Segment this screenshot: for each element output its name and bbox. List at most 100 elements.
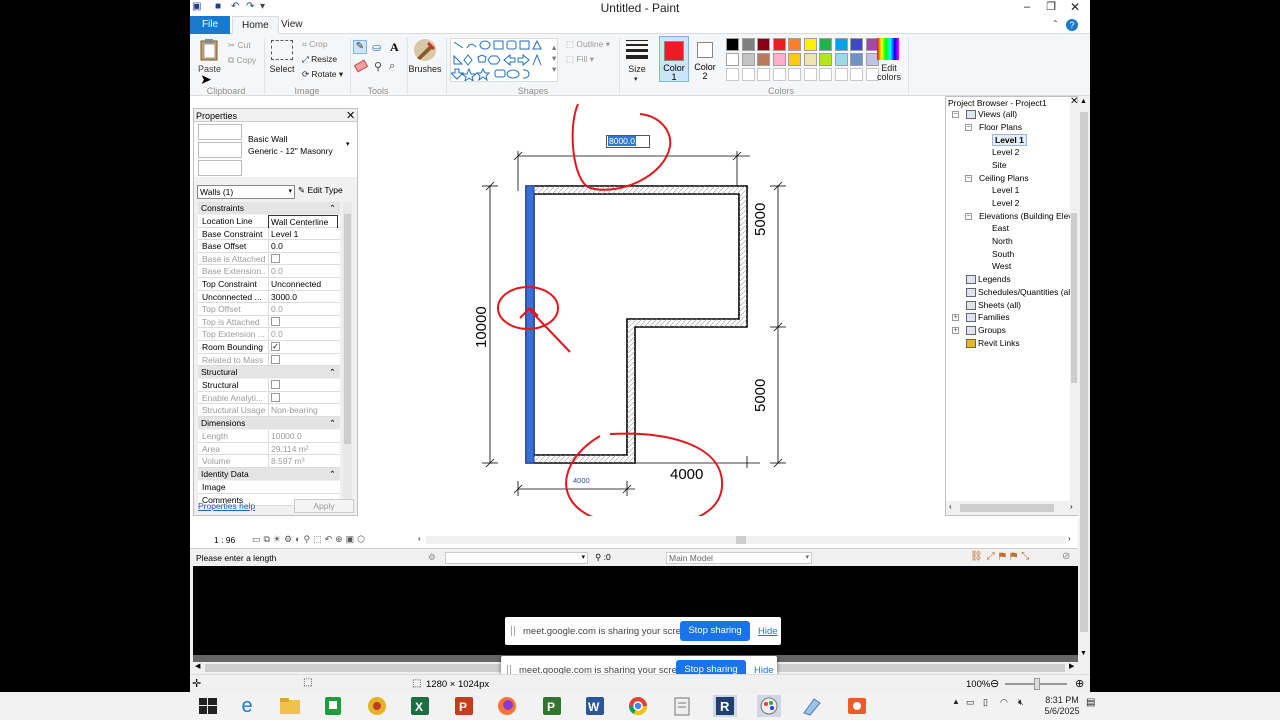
browser-item[interactable]: North bbox=[992, 236, 1013, 246]
tab-file[interactable]: File bbox=[190, 16, 230, 34]
property-checkbox[interactable] bbox=[271, 380, 280, 390]
fill-bucket-icon[interactable]: ⛀ bbox=[372, 41, 381, 54]
property-row[interactable]: Enable Analyti... bbox=[198, 391, 340, 405]
floor-plan-canvas[interactable] bbox=[460, 96, 790, 516]
zoom-out-button[interactable]: ⊖ bbox=[990, 677, 999, 690]
tree-expand-icon[interactable]: + bbox=[952, 314, 959, 322]
property-checkbox[interactable] bbox=[271, 392, 280, 402]
zoom-slider[interactable] bbox=[1005, 678, 1067, 690]
view-control-icons[interactable]: ▭⧉☀⚙◐⚲⬚↶⊕▣⬡ bbox=[252, 534, 368, 545]
property-row[interactable]: Structural bbox=[198, 379, 340, 392]
filter-status-icon[interactable]: ⊘ bbox=[1062, 551, 1070, 562]
paste-icon[interactable] bbox=[198, 38, 220, 62]
canvas-hscroll-right[interactable]: › bbox=[1068, 534, 1071, 543]
section-constraints[interactable]: Constraints ⌃ bbox=[198, 202, 340, 214]
browser-item[interactable]: South bbox=[992, 249, 1014, 259]
palette-swatch[interactable] bbox=[726, 38, 739, 51]
property-value[interactable]: Non-bearing bbox=[268, 404, 338, 417]
color2-button[interactable]: Color 2 bbox=[690, 36, 720, 82]
property-value[interactable]: 0.0 bbox=[268, 303, 338, 316]
property-row[interactable]: Volume 8.597 m³ bbox=[198, 455, 340, 468]
notification-icon[interactable]: ▤ bbox=[1086, 697, 1095, 708]
property-value[interactable]: 0.0 bbox=[268, 328, 338, 341]
select-button[interactable]: Select bbox=[266, 64, 298, 74]
clock[interactable]: 8:31 PM 5/6/2025 bbox=[1044, 695, 1080, 717]
custom-color-slot[interactable] bbox=[726, 68, 739, 81]
property-value[interactable]: 3000.0 bbox=[268, 290, 338, 304]
copy-button[interactable]: ⧉ Copy bbox=[228, 55, 256, 66]
custom-color-slot[interactable] bbox=[757, 68, 770, 81]
property-value[interactable]: Level 1 bbox=[268, 227, 338, 241]
pencil-icon[interactable]: ✎ bbox=[353, 40, 367, 54]
property-value[interactable] bbox=[268, 315, 338, 329]
palette-swatch[interactable] bbox=[741, 53, 755, 66]
rotate-button[interactable]: ⟳ Rotate ▾ bbox=[302, 69, 343, 80]
properties-scrollbar[interactable] bbox=[343, 202, 352, 505]
volume-muted-icon[interactable]: 🔇︎ bbox=[1018, 697, 1024, 708]
property-row[interactable]: Top is Attached bbox=[198, 315, 340, 329]
brushes-button[interactable]: Brushes bbox=[408, 64, 442, 74]
palette-swatch[interactable] bbox=[850, 53, 863, 66]
palette-swatch[interactable] bbox=[772, 53, 786, 66]
section-identity[interactable]: Identity Data ⌃ bbox=[198, 468, 340, 480]
brushes-icon[interactable] bbox=[413, 38, 437, 62]
browser-hscrollbar[interactable]: ‹ › bbox=[946, 501, 1078, 515]
browser-item[interactable]: Site bbox=[992, 160, 1007, 170]
shapes-gallery[interactable] bbox=[449, 38, 558, 83]
property-row[interactable]: Base Offset 0.0 bbox=[198, 240, 340, 253]
palette-swatch[interactable] bbox=[788, 53, 801, 66]
design-option-dropdown[interactable]: Main Model ▾ bbox=[666, 552, 812, 564]
property-row[interactable]: Unconnected ... 3000.0 bbox=[198, 290, 340, 304]
property-value[interactable]: 0.0 bbox=[268, 265, 338, 278]
browser-item[interactable]: Groups bbox=[978, 325, 1006, 335]
palette-swatch[interactable] bbox=[757, 38, 770, 51]
outline-button[interactable]: ⬚ Outline ▾ bbox=[566, 39, 610, 50]
snipping-tool-icon[interactable] bbox=[800, 695, 824, 717]
palette-swatch[interactable] bbox=[850, 38, 863, 51]
custom-color-slot[interactable] bbox=[803, 68, 817, 81]
browser-item[interactable]: Level 2 bbox=[992, 198, 1019, 208]
browser-item[interactable]: Families bbox=[978, 312, 1010, 322]
close-button[interactable]: ✕ bbox=[1062, 0, 1088, 16]
instance-selector[interactable]: Walls (1) ▾ bbox=[197, 185, 295, 199]
zoom-slider-thumb[interactable] bbox=[1034, 678, 1040, 690]
browser-item[interactable]: East bbox=[992, 223, 1009, 233]
selected-wall[interactable] bbox=[525, 185, 535, 464]
browser-item[interactable]: Floor Plans bbox=[979, 122, 1022, 132]
help-icon[interactable]: ? bbox=[1066, 19, 1078, 31]
selection-option-icons[interactable]: ⛓⤢⚑⚑⤡ bbox=[970, 551, 1033, 562]
cut-button[interactable]: ✂ Cut bbox=[228, 40, 251, 51]
palette-swatch[interactable] bbox=[757, 53, 770, 66]
property-checkbox[interactable] bbox=[271, 254, 280, 264]
browser-item[interactable]: Level 1 bbox=[992, 185, 1019, 195]
apply-button[interactable]: Apply bbox=[294, 499, 354, 513]
paint-icon[interactable] bbox=[757, 695, 781, 717]
custom-color-slot[interactable] bbox=[741, 68, 755, 81]
property-row[interactable]: Area 29.114 m² bbox=[198, 442, 340, 456]
property-checkbox[interactable] bbox=[271, 317, 280, 327]
custom-color-slot[interactable] bbox=[772, 68, 786, 81]
custom-color-slot[interactable] bbox=[788, 68, 801, 81]
browser-item[interactable]: Legends bbox=[978, 274, 1011, 284]
chrome-icon[interactable] bbox=[626, 695, 650, 717]
resize-button[interactable]: ⤢ Resize bbox=[302, 54, 337, 65]
minimize-button[interactable]: – bbox=[1014, 0, 1040, 16]
browser-item[interactable]: Ceiling Plans bbox=[979, 173, 1029, 183]
shapes-scroll-icon[interactable]: ▴ ▾ ▾ bbox=[552, 42, 556, 75]
tree-collapse-icon[interactable]: − bbox=[965, 123, 972, 131]
chrome-canary-icon[interactable] bbox=[365, 695, 389, 717]
size-icon[interactable] bbox=[626, 40, 648, 60]
section-dimensions[interactable]: Dimensions ⌃ bbox=[198, 417, 340, 429]
size-button[interactable]: Size bbox=[622, 64, 652, 74]
property-row[interactable]: Base Constraint Level 1 bbox=[198, 227, 340, 241]
property-checkbox[interactable]: ✓ bbox=[271, 342, 280, 352]
edit-colors-button[interactable]: Edit colors bbox=[872, 64, 906, 82]
start-button[interactable] bbox=[196, 695, 220, 717]
color-picker-icon[interactable]: ⚲ bbox=[374, 60, 382, 73]
firefox-icon[interactable] bbox=[495, 695, 519, 717]
tree-expand-icon[interactable]: + bbox=[952, 326, 959, 334]
palette-swatch[interactable] bbox=[803, 53, 817, 66]
view-scale[interactable]: 1 : 96 bbox=[214, 535, 235, 545]
browser-vscrollbar[interactable] bbox=[1070, 103, 1078, 501]
file-explorer-icon[interactable] bbox=[278, 695, 302, 717]
